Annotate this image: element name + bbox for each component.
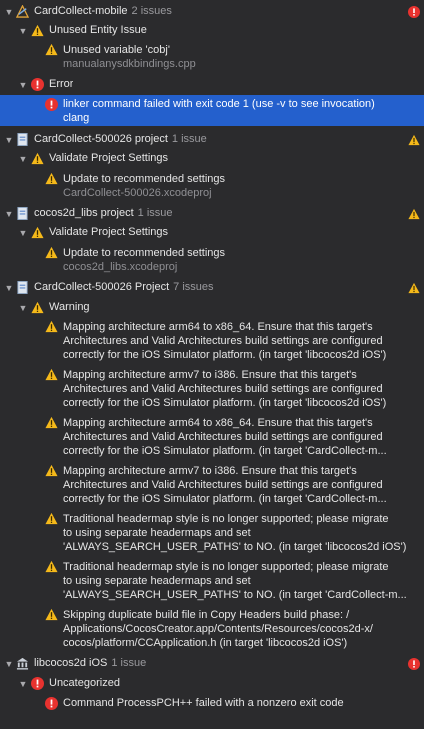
issue-text: Mapping architecture arm64 to x86_64. En… xyxy=(63,321,387,361)
issue-row-duplicate-build-file[interactable]: Skipping duplicate build file in Copy He… xyxy=(0,606,424,652)
project-title: CardCollect-500026 project 1 issue xyxy=(34,133,207,145)
tree-row-unused-entity-issue[interactable]: ▼ Unused Entity Issue xyxy=(0,21,424,40)
warning-icon xyxy=(45,246,58,259)
issue-text: Mapping architecture armv7 to i386. Ensu… xyxy=(63,465,387,505)
disclosure-triangle-icon[interactable]: ▼ xyxy=(18,80,28,90)
disclosure-triangle-icon[interactable]: ▼ xyxy=(18,154,28,164)
group-title: Error xyxy=(49,78,74,90)
warning-icon xyxy=(45,464,58,477)
warning-icon xyxy=(31,24,44,37)
warning-icon xyxy=(45,320,58,333)
issue-row-headermap[interactable]: Traditional headermap style is no longer… xyxy=(0,558,424,604)
error-icon xyxy=(45,697,58,710)
xcode-app-icon xyxy=(16,5,29,18)
disclosure-triangle-icon[interactable]: ▼ xyxy=(4,7,14,17)
tree-row-validate-project-settings[interactable]: ▼ Validate Project Settings xyxy=(0,223,424,242)
issue-row-update-settings[interactable]: Update to recommended settings CardColle… xyxy=(0,170,424,201)
tree-row-validate-project-settings[interactable]: ▼ Validate Project Settings xyxy=(0,149,424,168)
issue-text: Traditional headermap style is no longer… xyxy=(63,513,407,553)
warning-icon xyxy=(45,608,58,621)
disclosure-triangle-icon[interactable]: ▼ xyxy=(4,135,14,145)
issue-row-mapping-arch[interactable]: Mapping architecture armv7 to i386. Ensu… xyxy=(0,462,424,508)
disclosure-triangle-icon[interactable]: ▼ xyxy=(4,209,14,219)
group-title: Validate Project Settings xyxy=(49,152,169,164)
issue-row-mapping-arch[interactable]: Mapping architecture armv7 to i386. Ensu… xyxy=(0,366,424,412)
tree-row-cardcollect-500026-target[interactable]: ▼ CardCollect-500026 Project 7 issues xyxy=(0,278,424,297)
project-title: CardCollect-500026 Project 7 issues xyxy=(34,281,214,293)
issue-row-processpch-failed[interactable]: Command ProcessPCH++ failed with a nonze… xyxy=(0,694,424,713)
warning-icon xyxy=(45,43,58,56)
issue-text: Traditional headermap style is no longer… xyxy=(63,561,407,601)
issue-row-update-settings[interactable]: Update to recommended settings cocos2d_l… xyxy=(0,244,424,275)
tree-row-libcocos2d-ios[interactable]: ▼ libcocos2d iOS 1 issue xyxy=(0,654,424,673)
disclosure-triangle-icon[interactable]: ▼ xyxy=(18,679,28,689)
tree-row-cardcollect-mobile[interactable]: ▼ CardCollect-mobile 2 issues xyxy=(0,2,424,21)
issue-text: Mapping architecture armv7 to i386. Ensu… xyxy=(63,369,387,409)
warning-badge-icon xyxy=(408,134,420,146)
disclosure-triangle-icon[interactable]: ▼ xyxy=(18,303,28,313)
error-badge-icon xyxy=(408,6,420,18)
issue-text: Update to recommended settings cocos2d_l… xyxy=(63,247,226,273)
error-icon xyxy=(45,98,58,111)
tree-row-cardcollect-500026-project[interactable]: ▼ CardCollect-500026 project 1 issue xyxy=(0,130,424,149)
warning-icon xyxy=(31,152,44,165)
project-file-icon xyxy=(17,133,28,146)
tree-row-error[interactable]: ▼ Error xyxy=(0,75,424,94)
error-badge-icon xyxy=(408,658,420,670)
warning-icon xyxy=(45,512,58,525)
project-file-icon xyxy=(17,281,28,294)
project-title: libcocos2d iOS 1 issue xyxy=(34,657,147,669)
warning-icon xyxy=(45,172,58,185)
project-title: CardCollect-mobile 2 issues xyxy=(34,5,172,17)
project-title: cocos2d_libs project 1 issue xyxy=(34,207,173,219)
issue-text: Unused variable 'cobj' manualanysdkbindi… xyxy=(63,44,196,70)
warning-icon xyxy=(45,560,58,573)
tree-row-uncategorized[interactable]: ▼ Uncategorized xyxy=(0,674,424,693)
warning-icon xyxy=(45,368,58,381)
error-icon xyxy=(31,677,44,690)
issue-row-headermap[interactable]: Traditional headermap style is no longer… xyxy=(0,510,424,556)
tree-row-cocos2d-libs-project[interactable]: ▼ cocos2d_libs project 1 issue xyxy=(0,204,424,223)
tree-row-warning[interactable]: ▼ Warning xyxy=(0,298,424,317)
issue-row-unused-variable[interactable]: Unused variable 'cobj' manualanysdkbindi… xyxy=(0,41,424,72)
warning-icon xyxy=(31,226,44,239)
issue-text: linker command failed with exit code 1 (… xyxy=(63,98,375,124)
warning-badge-icon xyxy=(408,208,420,220)
group-title: Warning xyxy=(49,301,90,313)
warning-badge-icon xyxy=(408,282,420,294)
issue-text: Skipping duplicate build file in Copy He… xyxy=(63,609,373,649)
issue-row-mapping-arch[interactable]: Mapping architecture arm64 to x86_64. En… xyxy=(0,414,424,460)
warning-icon xyxy=(45,416,58,429)
error-icon xyxy=(31,78,44,91)
disclosure-triangle-icon[interactable]: ▼ xyxy=(4,283,14,293)
warning-icon xyxy=(31,301,44,314)
issue-row-mapping-arch[interactable]: Mapping architecture arm64 to x86_64. En… xyxy=(0,318,424,364)
group-title: Uncategorized xyxy=(49,677,120,689)
disclosure-triangle-icon[interactable]: ▼ xyxy=(18,228,28,238)
issue-text: Mapping architecture arm64 to x86_64. En… xyxy=(63,417,387,457)
library-icon xyxy=(16,657,29,670)
disclosure-triangle-icon[interactable]: ▼ xyxy=(18,26,28,36)
group-title: Unused Entity Issue xyxy=(49,24,147,36)
issue-row-linker-command-selected[interactable]: linker command failed with exit code 1 (… xyxy=(0,95,424,126)
group-title: Validate Project Settings xyxy=(49,226,169,238)
issue-text: Update to recommended settings CardColle… xyxy=(63,173,226,199)
issue-text: Command ProcessPCH++ failed with a nonze… xyxy=(63,697,344,709)
project-file-icon xyxy=(17,207,28,220)
disclosure-triangle-icon[interactable]: ▼ xyxy=(4,659,14,669)
